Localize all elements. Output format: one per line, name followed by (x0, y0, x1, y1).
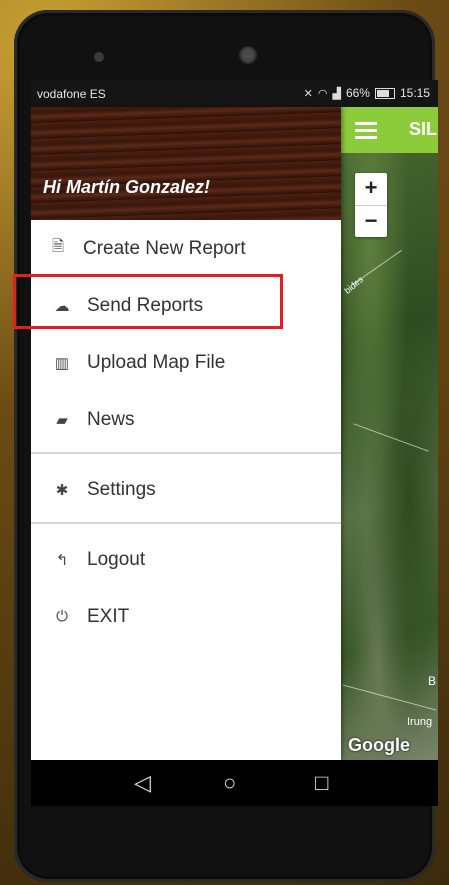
drawer-header: Hi Martín Gonzalez! (31, 107, 341, 220)
battery-icon (374, 87, 395, 99)
send-reports-highlight-box (13, 274, 283, 329)
divider (31, 452, 341, 454)
zoom-control: + − (355, 173, 387, 237)
system-nav-bar: ◁ ○ □ (31, 760, 438, 806)
greeting-text: Hi Martín Gonzalez! (43, 177, 211, 197)
status-bar: vodafone ES ✕ ◠ ▟ 66% 15:15 (31, 80, 438, 107)
map-label-letter: B (428, 674, 437, 688)
reply-icon: ↰ (55, 551, 69, 569)
menu-item-label: Create New Report (83, 237, 246, 259)
file-icon: 🗎 (51, 238, 65, 255)
map-icon: ▥ (54, 354, 70, 372)
menu-item-exit[interactable]: ⏻ EXIT (31, 588, 341, 645)
google-attribution: Google (348, 735, 410, 755)
navigation-drawer: Hi Martín Gonzalez! 🗎 Create New Report … (31, 107, 341, 760)
clock: 15:15 (399, 86, 430, 100)
zoom-out-button[interactable]: − (355, 206, 387, 237)
menu-item-label: Logout (87, 548, 146, 570)
mute-icon: ✕ (303, 87, 313, 100)
menu-item-label: Upload Map File (87, 351, 226, 373)
status-right: ✕ ◠ ▟ 66% 15:15 (304, 86, 430, 100)
back-button[interactable]: ◁ (134, 770, 151, 796)
carrier-label: vodafone ES (37, 87, 106, 101)
menu-item-upload-map[interactable]: ▥ Upload Map File (31, 334, 341, 391)
wifi-icon: ◠ (317, 87, 328, 100)
map-place-label: Irung (407, 716, 433, 728)
hamburger-menu-icon[interactable] (355, 122, 377, 143)
recents-button[interactable]: □ (315, 770, 328, 796)
menu-item-logout[interactable]: ↰ Logout (31, 531, 341, 588)
news-icon: ▰ (56, 411, 68, 429)
gear-icon: ✱ (55, 481, 69, 499)
signal-icon: ▟ (332, 87, 341, 100)
divider (31, 522, 341, 524)
front-camera (239, 46, 257, 64)
app-bar: SIL (341, 107, 438, 153)
menu-item-label: EXIT (87, 605, 130, 627)
home-button[interactable]: ○ (223, 770, 236, 796)
app-title: SIL (409, 119, 438, 139)
power-icon: ⏻ (56, 608, 68, 625)
zoom-in-button[interactable]: + (355, 173, 387, 205)
menu-item-label: Settings (87, 478, 156, 500)
speaker-dot (94, 52, 104, 62)
menu-item-create-report[interactable]: 🗎 Create New Report (31, 220, 341, 277)
battery-percent: 66% (345, 86, 370, 100)
menu-item-settings[interactable]: ✱ Settings (31, 461, 341, 518)
screen: vodafone ES ✕ ◠ ▟ 66% 15:15 SIL + − bide… (31, 80, 438, 760)
menu-item-news[interactable]: ▰ News (31, 391, 341, 448)
menu-item-label: News (87, 408, 135, 430)
